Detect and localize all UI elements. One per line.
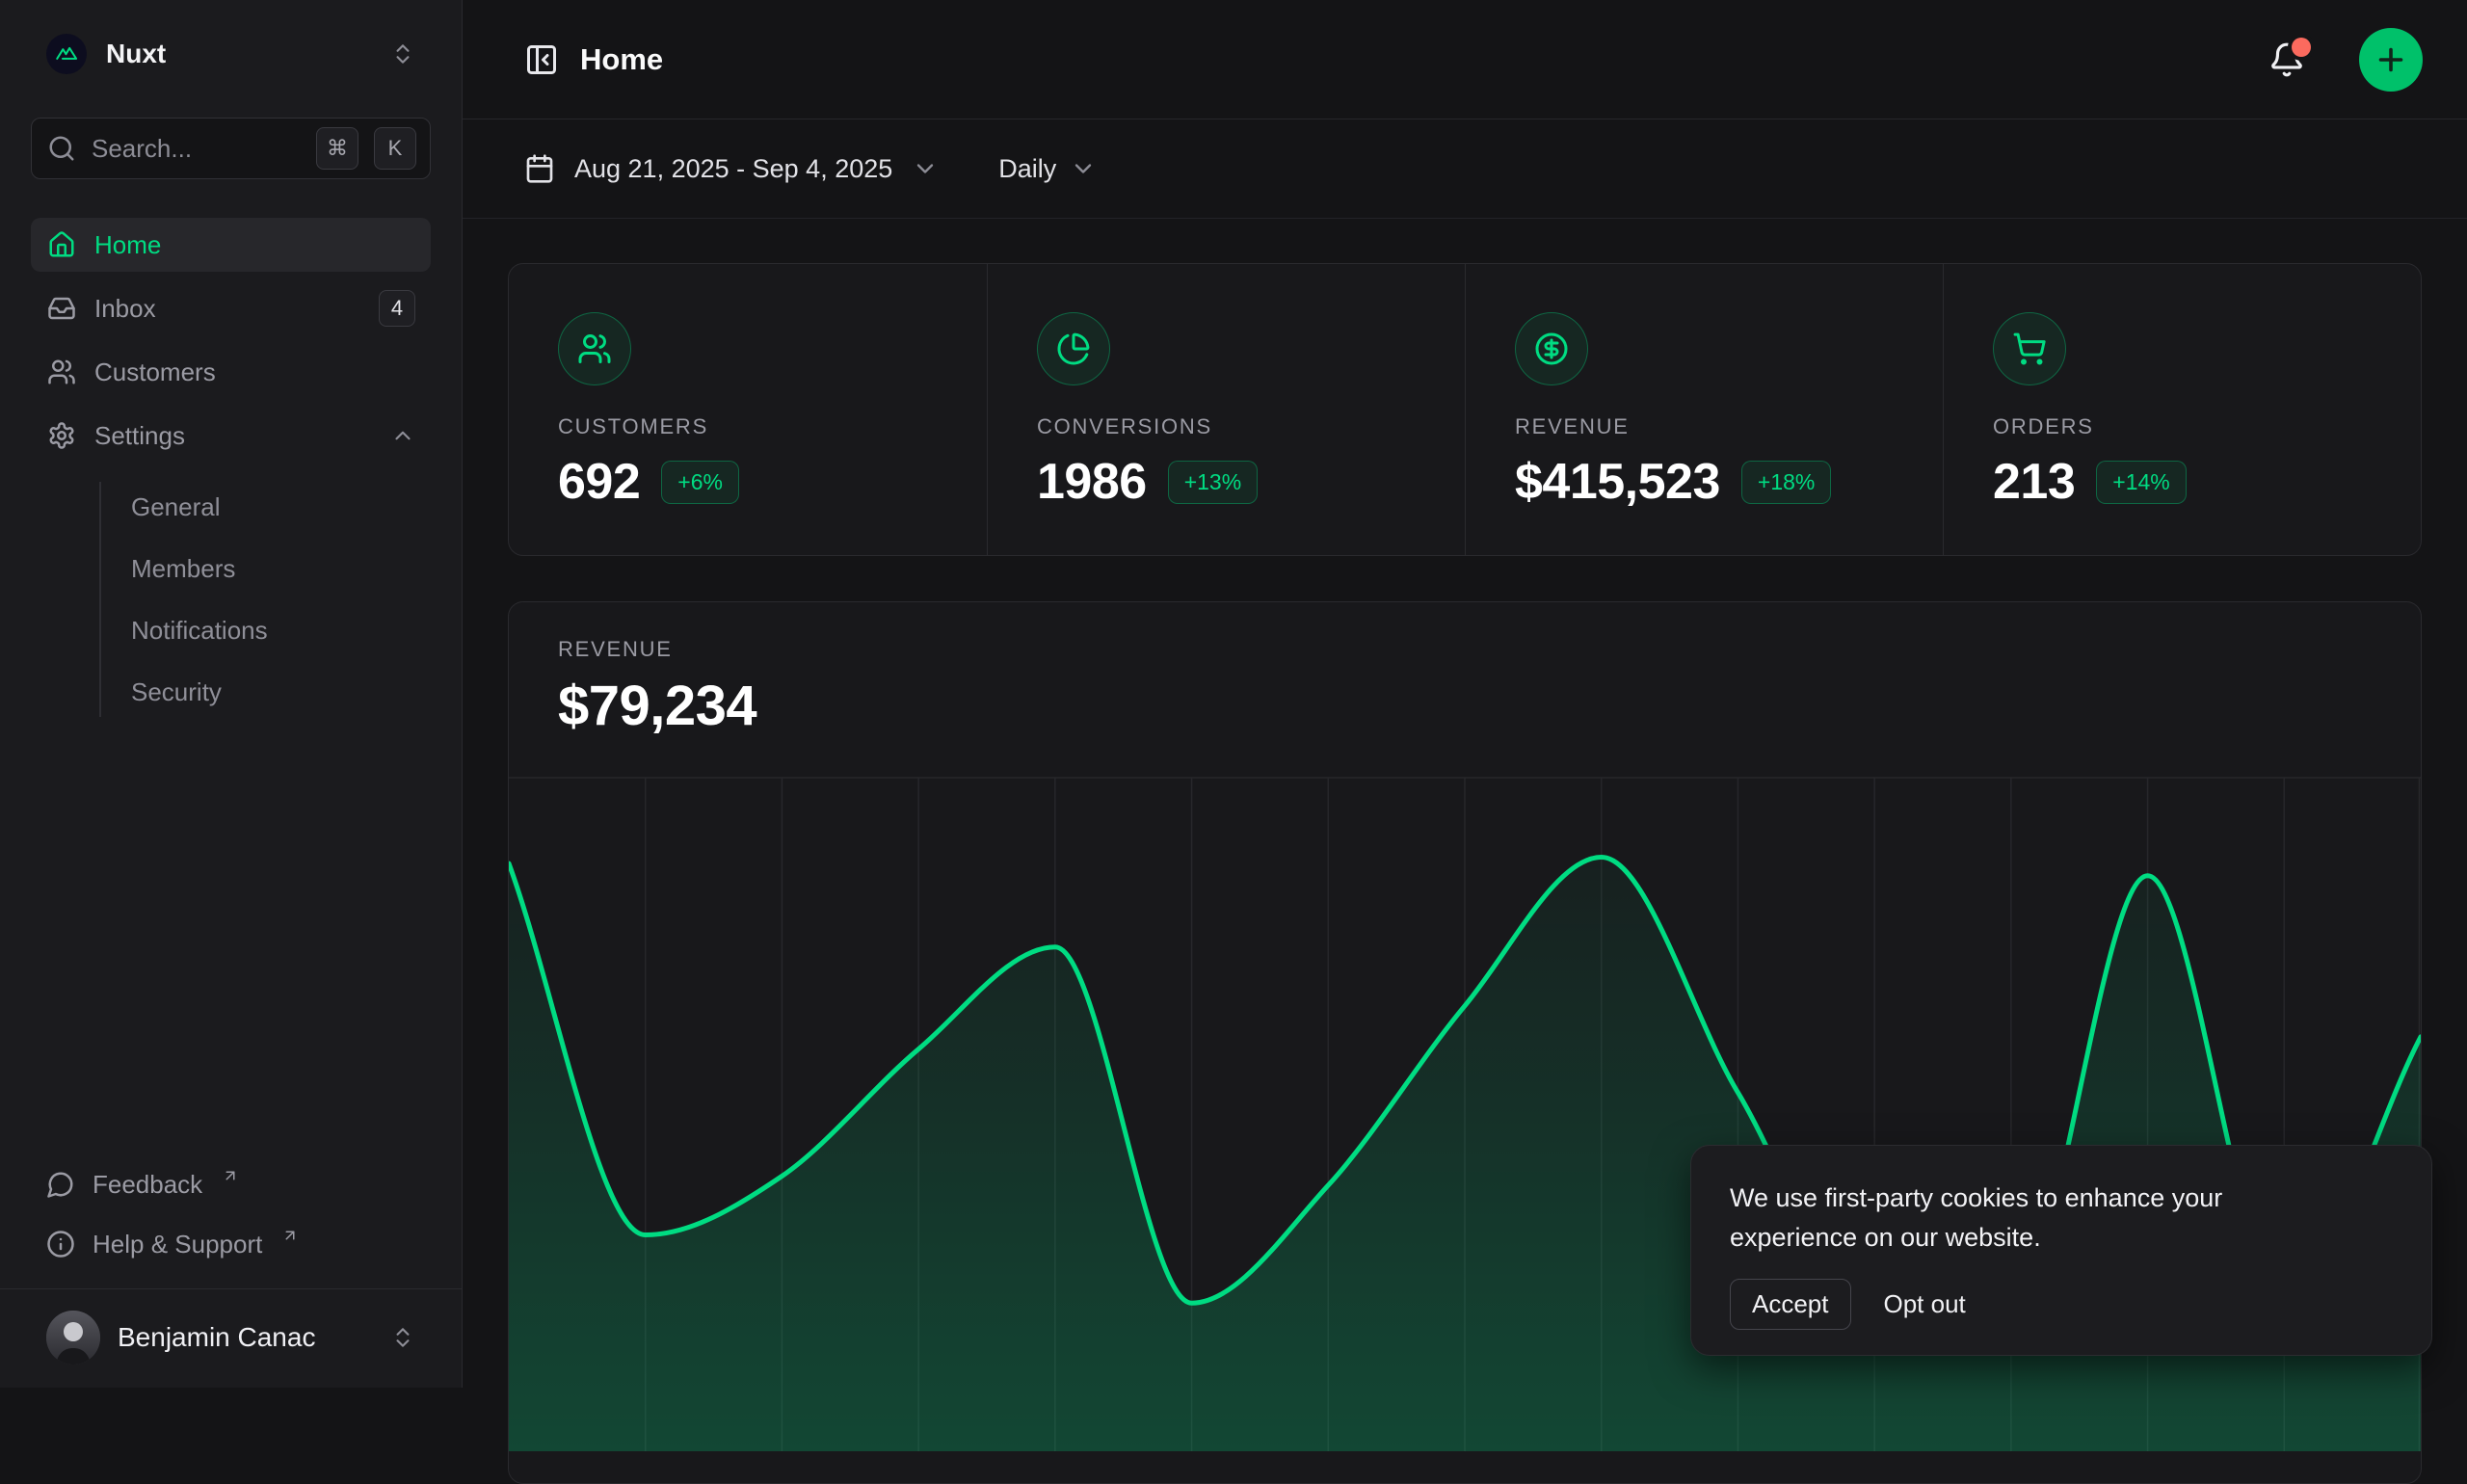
feedback-label: Feedback: [93, 1170, 202, 1200]
kbd-cmd: ⌘: [316, 127, 358, 170]
sidebar-item-label: Home: [94, 230, 161, 260]
stat-label: CONVERSIONS: [1037, 414, 1426, 439]
stats-panel: CUSTOMERS 692 +6% CONVERSIONS 1986 +13%: [508, 263, 2422, 556]
stat-conversions[interactable]: CONVERSIONS 1986 +13%: [987, 264, 1465, 555]
users-icon: [558, 312, 631, 385]
stat-customers[interactable]: CUSTOMERS 692 +6%: [509, 264, 987, 555]
date-range-label: Aug 21, 2025 - Sep 4, 2025: [574, 154, 892, 184]
stat-label: ORDERS: [1993, 414, 2382, 439]
stat-value: 1986: [1037, 453, 1147, 511]
granularity-select[interactable]: Daily: [998, 154, 1097, 184]
chevron-down-icon: [912, 155, 939, 182]
stat-delta-badge: +18%: [1741, 461, 1831, 504]
chevron-up-icon: [390, 423, 415, 448]
sidebar-item-label: Customers: [94, 358, 216, 387]
chevrons-up-down-icon: [390, 1325, 415, 1350]
info-icon: [46, 1230, 75, 1259]
sidebar-item-settings[interactable]: Settings: [31, 409, 431, 463]
message-circle-icon: [46, 1170, 75, 1199]
chevron-down-icon: [1070, 155, 1097, 182]
granularity-label: Daily: [998, 154, 1056, 184]
workspace-name: Nuxt: [106, 39, 371, 69]
stat-value: 692: [558, 453, 640, 511]
sidebar-item-label: Settings: [94, 421, 185, 451]
sidebar-nav: Home Inbox 4 Customers Settings: [0, 218, 462, 723]
sidebar-item-general[interactable]: General: [131, 476, 400, 538]
arrow-up-right-icon: [281, 1227, 299, 1244]
cookie-banner: We use first-party cookies to enhance yo…: [1690, 1145, 2432, 1356]
cookie-message: We use first-party cookies to enhance yo…: [1730, 1179, 2318, 1258]
search-box[interactable]: ⌘ K: [31, 118, 431, 179]
help-support-link[interactable]: Help & Support: [31, 1217, 431, 1271]
sidebar: Nuxt ⌘ K Home Inbox 4: [0, 0, 463, 1388]
stat-revenue[interactable]: REVENUE $415,523 +18%: [1465, 264, 1943, 555]
users-icon: [46, 358, 77, 386]
sidebar-item-customers[interactable]: Customers: [31, 345, 431, 399]
add-button[interactable]: [2359, 28, 2423, 92]
help-support-label: Help & Support: [93, 1230, 262, 1259]
revenue-chart-value: $79,234: [558, 674, 2421, 738]
topbar: Home: [463, 0, 2467, 119]
panel-left-close-icon[interactable]: [524, 42, 559, 77]
sidebar-item-security[interactable]: Security: [131, 661, 400, 723]
sidebar-item-label: Inbox: [94, 294, 156, 324]
revenue-chart-label: REVENUE: [558, 637, 2421, 662]
user-menu[interactable]: Benjamin Canac: [31, 1303, 431, 1372]
stat-label: REVENUE: [1515, 414, 1904, 439]
arrow-up-right-icon: [222, 1167, 239, 1184]
chevrons-up-down-icon: [390, 41, 415, 66]
plus-icon: [2374, 42, 2408, 77]
home-icon: [46, 230, 77, 259]
shopping-cart-icon: [1993, 312, 2066, 385]
dollar-circle-icon: [1515, 312, 1588, 385]
gear-icon: [46, 421, 77, 450]
notification-dot: [2292, 38, 2311, 57]
pie-chart-icon: [1037, 312, 1110, 385]
kbd-k: K: [374, 127, 416, 170]
toolbar: Aug 21, 2025 - Sep 4, 2025 Daily: [463, 119, 2467, 219]
sidebar-divider: [0, 1288, 462, 1289]
date-range-picker[interactable]: Aug 21, 2025 - Sep 4, 2025: [524, 153, 939, 184]
stat-value: $415,523: [1515, 453, 1720, 511]
settings-subnav: General Members Notifications Security: [62, 476, 400, 723]
stat-label: CUSTOMERS: [558, 414, 948, 439]
notifications-button[interactable]: [2268, 41, 2305, 78]
calendar-icon: [524, 153, 555, 184]
accept-button[interactable]: Accept: [1730, 1279, 1851, 1330]
opt-out-button[interactable]: Opt out: [1884, 1289, 1966, 1319]
inbox-icon: [46, 294, 77, 323]
sidebar-item-members[interactable]: Members: [131, 538, 400, 599]
search-icon: [47, 134, 76, 163]
inbox-count-badge: 4: [379, 290, 415, 327]
stat-orders[interactable]: ORDERS 213 +14%: [1943, 264, 2421, 555]
sidebar-item-inbox[interactable]: Inbox 4: [31, 281, 431, 335]
stat-delta-badge: +13%: [1168, 461, 1258, 504]
sidebar-item-notifications[interactable]: Notifications: [131, 599, 400, 661]
workspace-switcher[interactable]: Nuxt: [31, 23, 431, 85]
nuxt-logo-icon: [46, 34, 87, 74]
sidebar-item-home[interactable]: Home: [31, 218, 431, 272]
avatar: [46, 1311, 100, 1365]
user-name: Benjamin Canac: [118, 1322, 373, 1353]
sidebar-footer: Feedback Help & Support: [0, 1157, 462, 1288]
stat-delta-badge: +14%: [2096, 461, 2186, 504]
feedback-link[interactable]: Feedback: [31, 1157, 431, 1211]
stat-delta-badge: +6%: [661, 461, 739, 504]
search-input[interactable]: [92, 134, 301, 164]
stat-value: 213: [1993, 453, 2075, 511]
page-title: Home: [580, 42, 2247, 77]
